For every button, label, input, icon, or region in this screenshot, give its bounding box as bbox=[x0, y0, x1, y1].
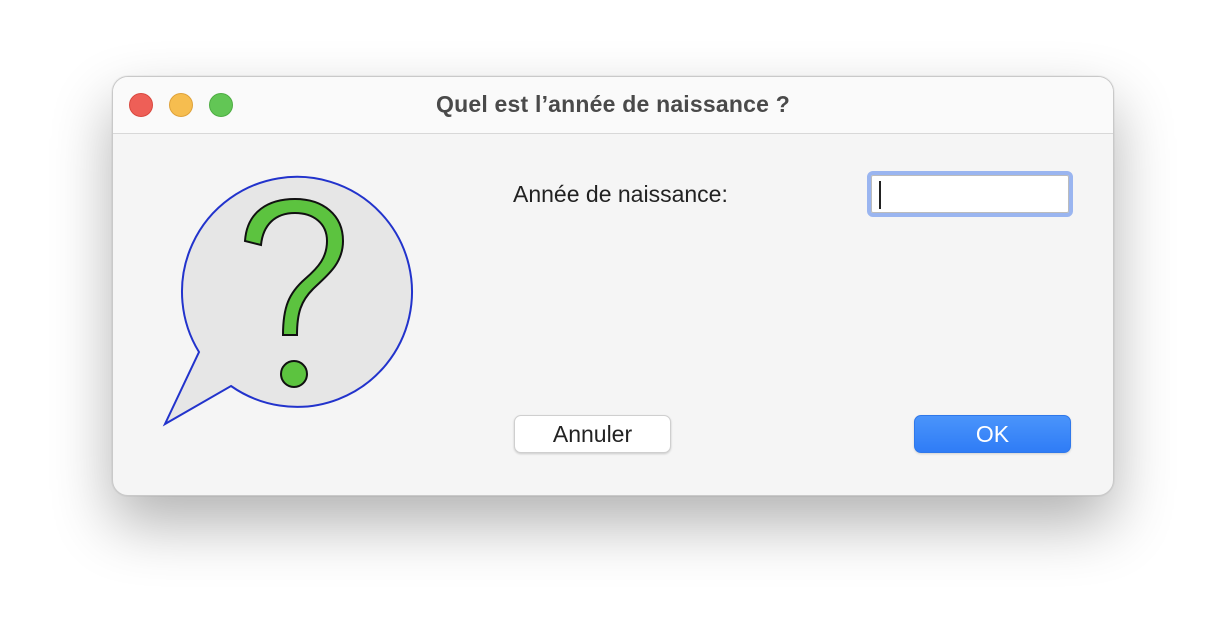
birth-year-label: Année de naissance: bbox=[513, 181, 728, 207]
dialog-window: Quel est l’année de naissance ? Année de… bbox=[112, 76, 1114, 496]
ok-button[interactable]: OK bbox=[914, 415, 1071, 453]
birth-year-input[interactable] bbox=[867, 171, 1073, 217]
window-title: Quel est l’année de naissance ? bbox=[436, 91, 790, 117]
question-speech-bubble-icon bbox=[162, 175, 413, 427]
title-bar[interactable]: Quel est l’année de naissance ? bbox=[113, 77, 1113, 134]
cancel-button[interactable]: Annuler bbox=[514, 415, 671, 453]
text-caret bbox=[879, 181, 881, 209]
